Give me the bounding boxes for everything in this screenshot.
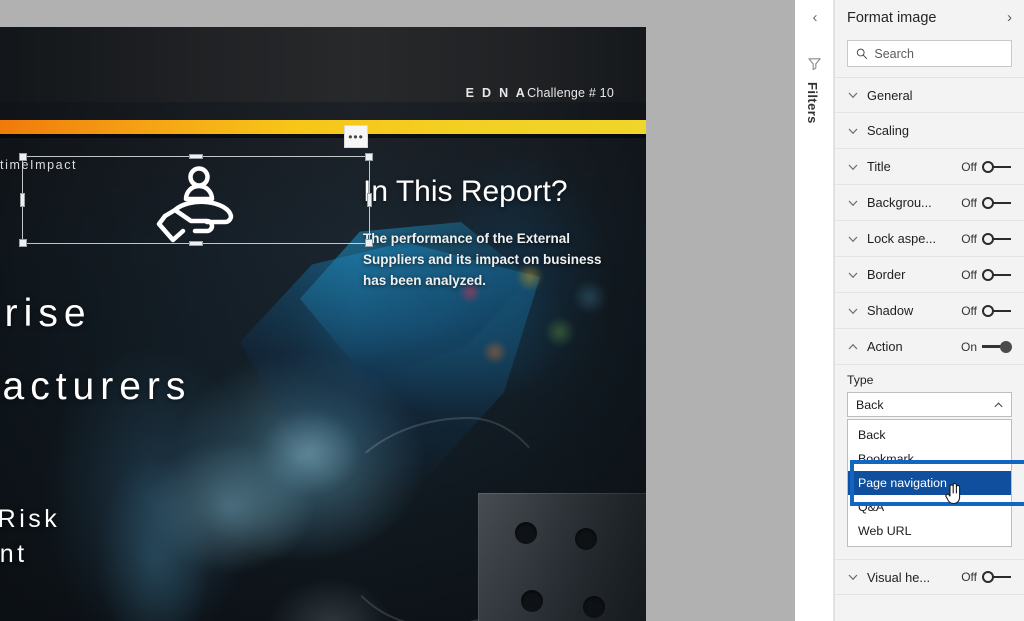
type-options-listbox[interactable]: Back Bookmark Page navigation Q&A Web URL: [847, 419, 1024, 547]
resize-handle-bottom-left[interactable]: [19, 239, 27, 247]
resize-handle-top-center[interactable]: [189, 154, 203, 159]
toggle-switch[interactable]: [982, 304, 1012, 317]
report-page[interactable]: E D N AChallenge # 10 timeImpact rprise …: [0, 27, 646, 621]
brand-challenge: Challenge # 10: [527, 86, 614, 100]
section-label: Shadow: [867, 303, 914, 318]
section-label: Title: [867, 159, 891, 174]
type-option-web-url[interactable]: Web URL: [848, 519, 1011, 543]
chevron-down-icon: [848, 92, 858, 99]
type-option-page-navigation[interactable]: Page navigation: [848, 471, 1011, 495]
section-label: Lock aspe...: [867, 231, 937, 246]
section-row-lock-aspe[interactable]: Lock aspe... Off: [835, 221, 1024, 257]
chevron-down-icon: [848, 236, 858, 242]
format-image-pane: Format image › GeneralScalingTitleOffBac…: [834, 0, 1024, 621]
section-row-scaling[interactable]: Scaling: [835, 113, 1024, 149]
chevron-down-icon: [848, 200, 858, 206]
type-option-q-a[interactable]: Q&A: [848, 495, 1011, 519]
chevron-left-icon[interactable]: ‹: [806, 9, 824, 27]
toggle-switch[interactable]: [982, 232, 1012, 245]
chevron-up-icon: [994, 402, 1003, 408]
format-pane-header: Format image ›: [835, 0, 1024, 36]
section-row-action[interactable]: Action On: [835, 329, 1024, 365]
section-label: Visual he...: [867, 569, 931, 585]
toggle-control[interactable]: On: [961, 340, 1012, 354]
type-option-bookmark[interactable]: Bookmark: [848, 447, 1011, 471]
report-title-line-2: ufacturers: [0, 365, 192, 408]
filters-rail-label: Filters: [805, 82, 820, 124]
section-label: General: [867, 87, 913, 103]
search-input[interactable]: [874, 46, 1003, 61]
report-vignette: [0, 27, 646, 621]
brand-name: E D N A: [465, 86, 528, 100]
visual-more-options-button[interactable]: •••: [344, 125, 368, 148]
resize-handle-top-right[interactable]: [365, 153, 373, 161]
selected-visual-frame[interactable]: [19, 153, 373, 247]
report-subtitle-line-2: ment: [0, 540, 28, 568]
page-title: Format image: [847, 10, 937, 26]
toggle-state-label: Off: [961, 195, 977, 210]
toggle-switch[interactable]: [982, 340, 1012, 353]
section-row-backgrou[interactable]: Backgrou... Off: [835, 185, 1024, 221]
chevron-down-icon: [848, 308, 858, 314]
format-footer-section: Visual he... Off: [835, 559, 1024, 595]
filters-rail[interactable]: ‹ Filters: [795, 0, 834, 621]
toggle-switch[interactable]: [982, 196, 1012, 209]
section-label: Backgrou...: [867, 195, 932, 210]
report-accent-bar: [0, 120, 646, 134]
toggle-state-label: Off: [961, 570, 977, 584]
toggle-switch[interactable]: [982, 268, 1012, 281]
toggle-control[interactable]: Off: [961, 196, 1012, 210]
toggle-switch[interactable]: [982, 160, 1012, 173]
toggle-state-label: Off: [961, 267, 977, 282]
type-combobox[interactable]: Back: [847, 392, 1012, 417]
type-label: Type: [847, 373, 874, 387]
section-row-border[interactable]: Border Off: [835, 257, 1024, 293]
resize-handle-bottom-right[interactable]: [365, 239, 373, 247]
format-sections-list: General Scaling Title Off Backgrou... Off Lock…: [835, 77, 1024, 365]
section-row-general[interactable]: General: [835, 77, 1024, 113]
report-title-line-1: rprise: [0, 292, 92, 335]
report-subtitle-line-1: er Risk: [0, 505, 61, 533]
report-question-heading: In This Report?: [363, 175, 568, 208]
chevron-up-icon: [848, 343, 858, 349]
report-description-text: The performance of the External Supplier…: [363, 231, 602, 288]
chevron-down-icon: [848, 128, 858, 134]
filter-funnel-icon[interactable]: [807, 56, 822, 71]
resize-handle-middle-left[interactable]: [20, 193, 25, 207]
report-canvas-backdrop: E D N AChallenge # 10 timeImpact rprise …: [0, 0, 795, 621]
search-icon: [856, 48, 868, 60]
resize-handle-middle-right[interactable]: [367, 193, 372, 207]
section-label: Scaling: [867, 123, 909, 138]
chevron-down-icon: [848, 272, 858, 278]
chevron-right-icon[interactable]: ›: [1007, 9, 1012, 27]
section-label: Border: [867, 267, 906, 282]
search-box[interactable]: [847, 40, 1012, 67]
toggle-control[interactable]: Off: [961, 232, 1012, 246]
section-row-shadow[interactable]: Shadow Off: [835, 293, 1024, 329]
report-brand-tag: E D N AChallenge # 10: [466, 86, 614, 100]
toggle-state-label: Off: [961, 303, 977, 318]
type-option-back[interactable]: Back: [848, 423, 1011, 447]
action-type-block: Type Back Back Bookmark Page navigation Q&A…: [835, 365, 1024, 547]
toggle-control[interactable]: Off: [961, 160, 1012, 174]
section-row-visual-header[interactable]: Visual he... Off: [835, 559, 1024, 595]
toggle-switch[interactable]: [982, 571, 1012, 583]
search-container: [835, 36, 1024, 77]
power-bi-editor-screen: E D N AChallenge # 10 timeImpact rprise …: [0, 0, 1024, 621]
resize-handle-bottom-center[interactable]: [189, 241, 203, 246]
chevron-down-icon: [848, 164, 858, 170]
toggle-state-label: On: [960, 339, 977, 354]
toggle-state-label: Off: [961, 159, 977, 174]
type-combobox-value: Back: [856, 397, 884, 412]
toggle-control[interactable]: Off: [961, 304, 1012, 318]
toggle-control[interactable]: Off: [961, 570, 1012, 584]
toggle-state-label: Off: [961, 231, 977, 246]
chevron-down-icon: [848, 574, 858, 581]
report-accent-bar-shadow: [0, 134, 646, 138]
toggle-control[interactable]: Off: [961, 268, 1012, 282]
section-label: Action: [867, 339, 903, 354]
section-row-title[interactable]: Title Off: [835, 149, 1024, 185]
resize-handle-top-left[interactable]: [19, 153, 27, 161]
